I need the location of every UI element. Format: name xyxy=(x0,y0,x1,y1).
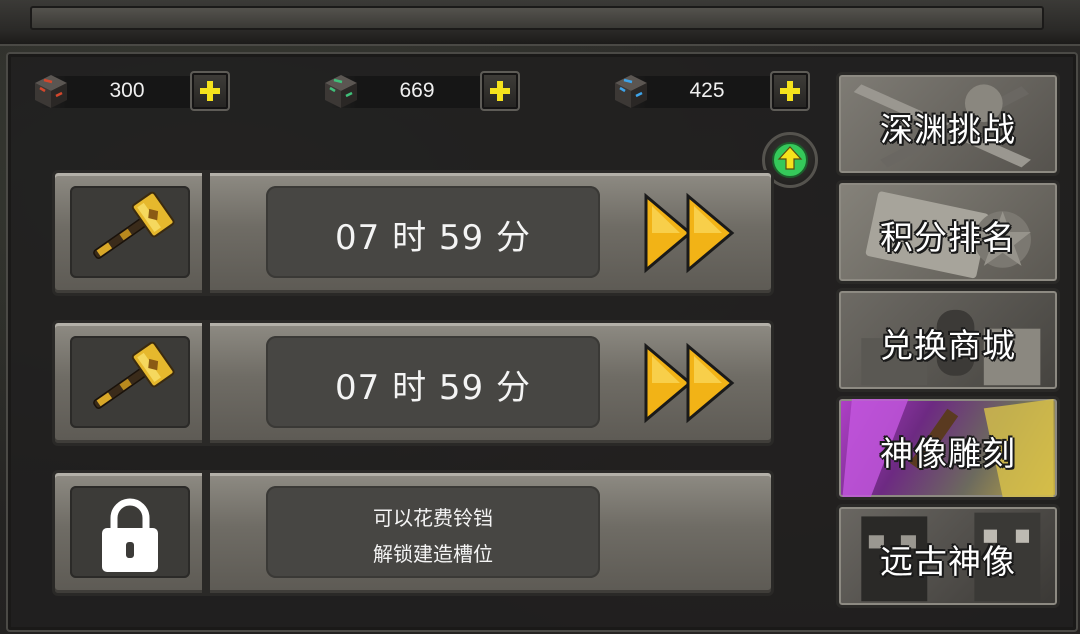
slot-unlock-line-1: 可以花费铃铛 xyxy=(373,506,493,530)
plus-icon xyxy=(200,81,220,101)
slot-icon-box xyxy=(70,186,190,278)
slot-divider xyxy=(202,170,210,296)
blue-cube-icon xyxy=(615,75,647,108)
menu-label: 神像雕刻 xyxy=(880,434,1016,473)
menu-label: 积分排名 xyxy=(880,218,1016,257)
build-slot-3-locked[interactable]: 可以花费铃铛 解锁建造槽位 xyxy=(52,470,774,596)
menu-label: 远古神像 xyxy=(880,542,1016,581)
lock-icon xyxy=(102,498,158,572)
slot-icon-box xyxy=(70,336,190,428)
red-cube-icon xyxy=(35,75,67,108)
fast-forward-button[interactable] xyxy=(644,342,736,424)
menu-exchange-shop[interactable]: 兑换商城 xyxy=(836,288,1060,392)
currency-value-green: 669 xyxy=(399,79,435,102)
build-slot-1: 07 时 59 分 xyxy=(52,170,774,296)
menu-label: 深渊挑战 xyxy=(880,110,1016,149)
menu-abyss-challenge[interactable]: 深渊挑战 xyxy=(836,72,1060,176)
green-cube-icon xyxy=(325,75,357,108)
add-green-currency-button[interactable] xyxy=(480,71,520,111)
golden-hammer-icon xyxy=(93,341,175,409)
currency-value-red: 300 xyxy=(109,79,145,102)
top-frame-bar-inner xyxy=(30,6,1044,30)
plus-icon xyxy=(780,81,800,101)
top-frame-bar xyxy=(0,0,1080,46)
menu-statue-carving[interactable]: 神像雕刻 xyxy=(836,396,1060,500)
add-blue-currency-button[interactable] xyxy=(770,71,810,111)
plus-icon xyxy=(490,81,510,101)
add-red-currency-button[interactable] xyxy=(190,71,230,111)
slot-divider xyxy=(202,470,210,596)
slot-timer-text: 07 时 59 分 xyxy=(335,368,531,408)
slot-unlock-text: 可以花费铃铛 解锁建造槽位 xyxy=(266,500,600,572)
slot-divider xyxy=(202,320,210,446)
build-slot-2: 07 时 59 分 xyxy=(52,320,774,446)
menu-ancient-statue[interactable]: 远古神像 xyxy=(836,504,1060,608)
currency-value-blue: 425 xyxy=(689,79,725,102)
slot-icon-box xyxy=(70,486,190,578)
golden-hammer-icon xyxy=(93,191,175,259)
slot-unlock-line-2: 解锁建造槽位 xyxy=(373,542,493,566)
slot-timer-text: 07 时 59 分 xyxy=(335,218,531,258)
menu-label: 兑换商城 xyxy=(880,326,1016,365)
fast-forward-button[interactable] xyxy=(644,192,736,274)
menu-points-ranking[interactable]: 积分排名 xyxy=(836,180,1060,284)
